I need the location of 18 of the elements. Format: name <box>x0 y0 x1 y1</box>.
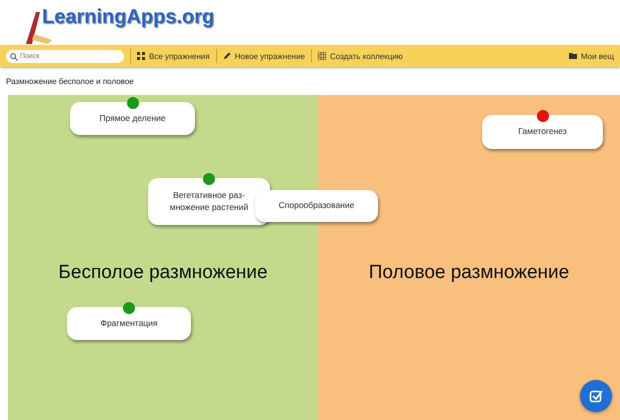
answer-card[interactable]: Прямое деление <box>70 102 195 135</box>
toolbar-link[interactable]: Все упражнения <box>137 52 210 60</box>
toolbar-link[interactable]: Новое упражнение <box>222 52 305 60</box>
category-label: Половое размножение <box>368 262 570 284</box>
answer-card[interactable]: Вегетативное раз- множение растений <box>148 178 270 225</box>
answer-card[interactable]: Фрагментация <box>67 307 191 340</box>
pencil-icon <box>222 52 231 60</box>
site-logo[interactable]: LearningApps.org <box>42 6 214 29</box>
folder-icon <box>568 52 577 60</box>
exercise-title: Размножение бесполое и половое <box>6 76 134 86</box>
check-icon <box>589 389 603 403</box>
collection-icon <box>318 52 326 60</box>
grid-icon <box>137 52 145 60</box>
category-label: Бесполое размножение <box>58 262 268 284</box>
toolbar-link[interactable]: Создать коллекцию <box>318 52 403 60</box>
toolbar-link[interactable]: Мои вещ <box>568 52 614 60</box>
answer-card[interactable]: Гаметогенез <box>482 115 603 149</box>
answer-card[interactable]: Спорообразование <box>255 190 378 222</box>
